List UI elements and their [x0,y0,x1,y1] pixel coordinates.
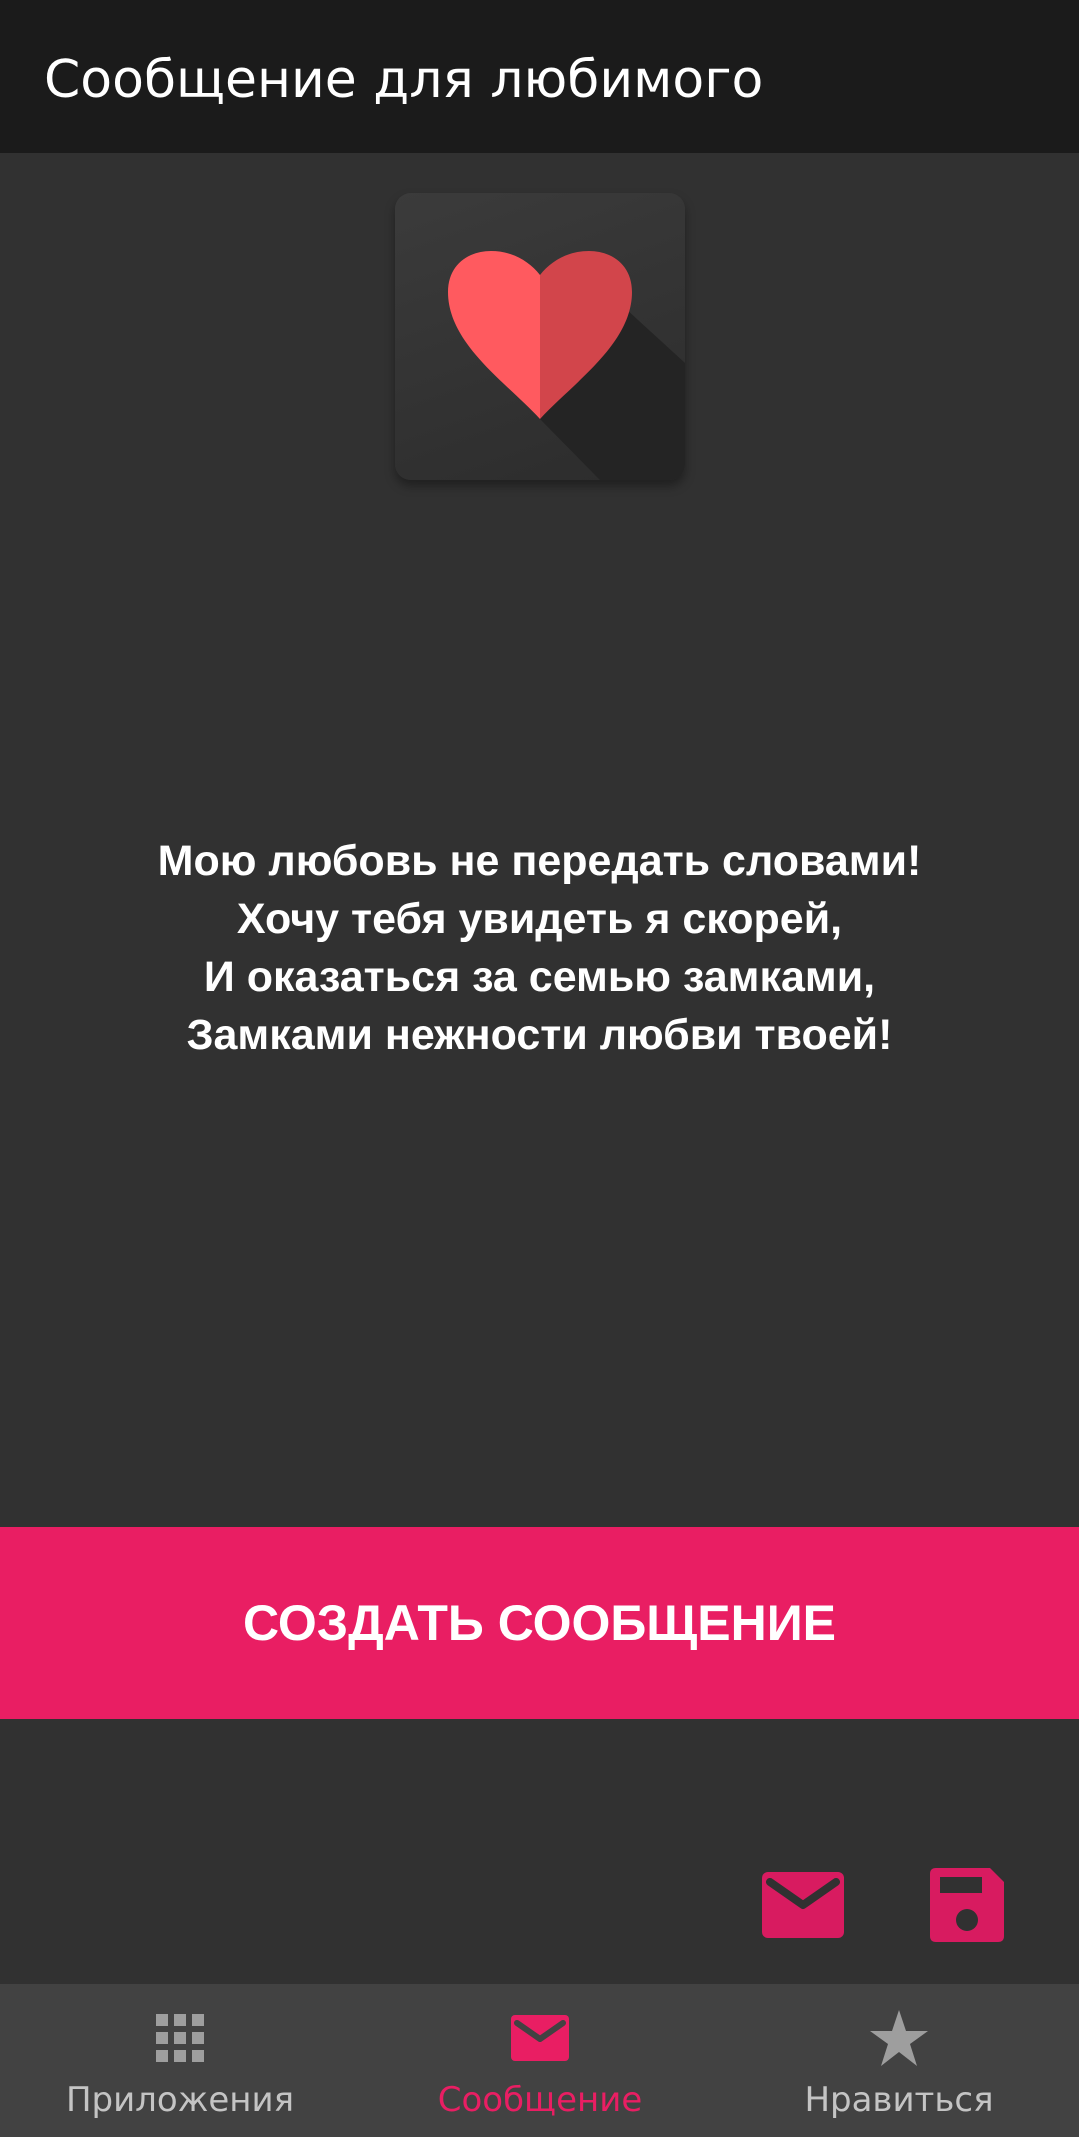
send-mail-button[interactable] [758,1865,848,1945]
poem-line: Мою любовь не передать словами! [157,837,922,885]
nav-label-message: Сообщение [437,2080,643,2120]
poem-line: И оказаться за семью замками, [203,953,876,1001]
save-button[interactable] [922,1865,1012,1945]
create-message-button[interactable]: СОЗДАТЬ СООБЩЕНИЕ [0,1527,1079,1719]
apps-grid-icon [156,2014,204,2062]
nav-label-like: Нравиться [804,2080,994,2120]
nav-item-like[interactable]: Нравиться [719,1984,1079,2137]
mail-icon [762,1872,844,1938]
star-icon [870,2010,928,2066]
poem-line: Замками нежности любви твоей! [186,1011,893,1059]
bottom-navigation: Приложения Сообщение Нравиться [0,1984,1079,2137]
page-title: Сообщение для любимого [44,50,764,110]
love-poem: Мою любовь не передать словами! Хочу теб… [0,832,1079,1064]
nav-item-apps[interactable]: Приложения [0,1984,360,2137]
nav-label-apps: Приложения [65,2080,295,2120]
nav-item-message[interactable]: Сообщение [360,1984,720,2137]
poem-line: Хочу тебя увидеть я скорей, [236,895,843,943]
app-bar: Сообщение для любимого [0,0,1079,153]
save-icon [930,1868,1004,1942]
heart-logo-icon [395,193,685,480]
mail-icon [511,2015,569,2061]
